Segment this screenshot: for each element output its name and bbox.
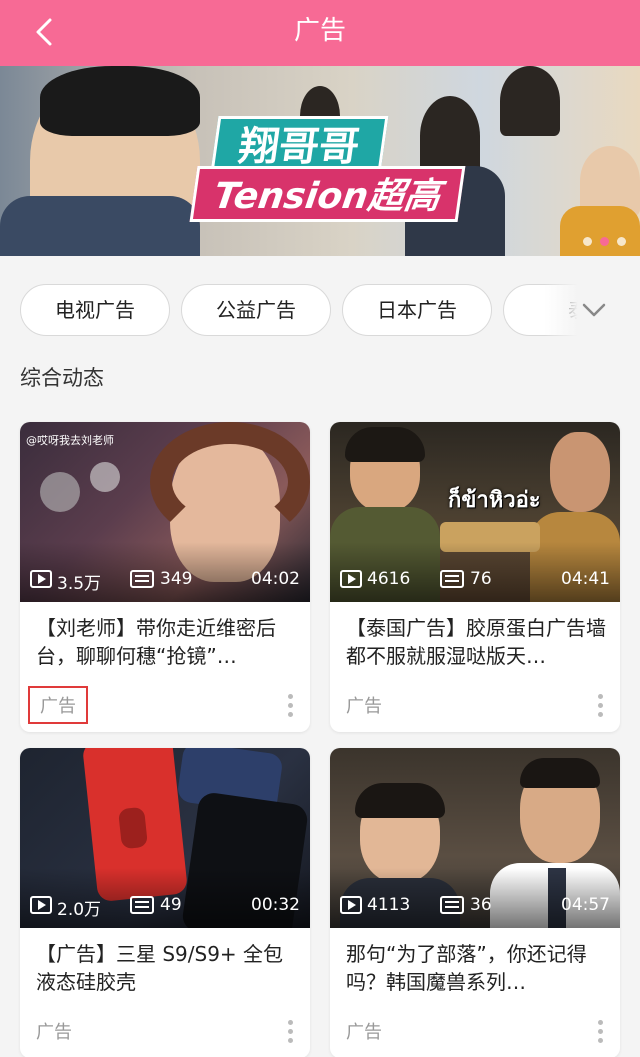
video-card[interactable]: 2.0万 49 00:32 【广告】三星 S9/S9+ 全包液态硅胶壳 广告 (20, 748, 310, 1057)
video-caption: ก็ข้าหิวอ่ะ (448, 488, 541, 513)
video-thumbnail[interactable]: @哎呀我去刘老师 3.5万 349 04:02 (20, 422, 310, 602)
video-tag[interactable]: 广告 (28, 686, 88, 724)
comment-icon (130, 896, 154, 914)
video-title[interactable]: 【广告】三星 S9/S9+ 全包液态硅胶壳 (36, 940, 296, 996)
comment-icon (440, 570, 464, 588)
play-count-icon (30, 570, 52, 588)
video-thumbnail[interactable]: 4113 36 04:57 (330, 748, 620, 928)
carousel-indicator (583, 237, 626, 246)
video-meta: 4616 76 04:41 (340, 568, 610, 592)
video-thumbnail[interactable]: 2.0万 49 00:32 (20, 748, 310, 928)
play-count-icon (30, 896, 52, 914)
play-count-icon (340, 570, 362, 588)
video-meta: 3.5万 349 04:02 (30, 568, 300, 594)
comment-count: 76 (470, 569, 492, 589)
video-thumbnail[interactable]: ก็ข้าหิวอ่ะ 4616 76 04:41 (330, 422, 620, 602)
video-duration: 04:41 (561, 569, 610, 589)
top-bar: 广告 (0, 0, 640, 66)
banner-carousel[interactable]: 翔哥哥 Tension超高 (0, 66, 640, 256)
category-chip-tv[interactable]: 电视广告 (20, 284, 170, 336)
comment-icon (440, 896, 464, 914)
category-chip-japan[interactable]: 日本广告 (342, 284, 492, 336)
video-meta: 2.0万 49 00:32 (30, 894, 300, 920)
chevron-down-icon[interactable] (578, 294, 610, 326)
video-tag[interactable]: 广告 (36, 1018, 72, 1044)
carousel-dot[interactable] (583, 237, 592, 246)
more-options-icon[interactable] (288, 1020, 294, 1044)
video-duration: 04:02 (251, 569, 300, 589)
video-title[interactable]: 【刘老师】带你走近维密后台，聊聊何穗“抢镜”… (36, 614, 296, 670)
video-duration: 04:57 (561, 895, 610, 915)
more-options-icon[interactable] (288, 694, 294, 718)
video-meta: 4113 36 04:57 (340, 894, 610, 918)
play-count: 3.5万 (57, 574, 102, 594)
more-options-icon[interactable] (598, 1020, 604, 1044)
more-options-icon[interactable] (598, 694, 604, 718)
video-card[interactable]: @哎呀我去刘老师 3.5万 349 04:02 【刘老师】带你走近维密后台，聊聊… (20, 422, 310, 732)
play-count: 4113 (367, 895, 411, 915)
video-watermark: @哎呀我去刘老师 (26, 434, 114, 447)
play-count: 4616 (367, 569, 411, 589)
video-tag[interactable]: 广告 (346, 1018, 382, 1044)
video-title[interactable]: 【泰国广告】胶原蛋白广告墙都不服就服湿哒版天… (346, 614, 606, 670)
comment-count: 349 (160, 569, 193, 589)
video-card[interactable]: 4113 36 04:57 那句“为了部落”，你还记得吗？韩国魔兽系列… 广告 (330, 748, 620, 1057)
section-title: 综合动态 (20, 366, 104, 390)
comment-icon (130, 570, 154, 588)
banner-logo-line1: 翔哥哥 (210, 116, 389, 172)
play-count-icon (340, 896, 362, 914)
carousel-dot-active[interactable] (600, 237, 609, 246)
category-chip-public[interactable]: 公益广告 (181, 284, 331, 336)
banner-logo-line2: Tension超高 (189, 166, 466, 222)
video-title[interactable]: 那句“为了部落”，你还记得吗？韩国魔兽系列… (346, 940, 606, 996)
play-count: 2.0万 (57, 900, 102, 920)
category-tabs: 电视广告 公益广告 日本广告 泰 (0, 256, 640, 356)
comment-count: 49 (160, 895, 182, 915)
page-title: 广告 (293, 16, 346, 46)
banner-logo: 翔哥哥 Tension超高 (188, 116, 495, 236)
video-tag[interactable]: 广告 (346, 692, 382, 718)
carousel-dot[interactable] (617, 237, 626, 246)
video-duration: 00:32 (251, 895, 300, 915)
comment-count: 36 (470, 895, 492, 915)
video-card[interactable]: ก็ข้าหิวอ่ะ 4616 76 04:41 【泰国广告】胶原蛋白广告墙都… (330, 422, 620, 732)
